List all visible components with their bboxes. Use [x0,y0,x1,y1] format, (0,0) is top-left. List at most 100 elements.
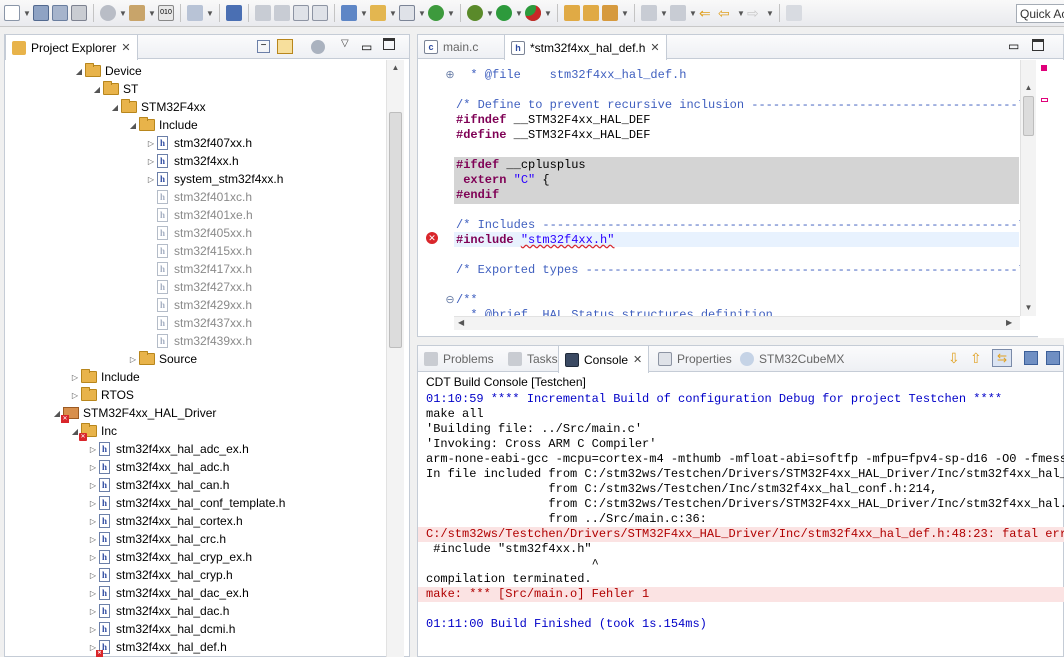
collapsed-arrow-icon[interactable]: ▷ [145,175,157,184]
file-icon[interactable] [312,5,328,21]
quick-access-input[interactable]: Quick Access [1016,4,1064,23]
tab-stm32cubemx[interactable]: STM32CubeMX [734,346,850,372]
new-folder-icon[interactable] [341,5,357,21]
pointer-icon[interactable] [226,5,242,21]
tree-item[interactable]: ▷ h stm32f4xx_hal_crc.h [87,530,226,548]
tree-item[interactable]: ▷ h stm32f407xx.h [145,134,252,152]
collapsed-arrow-icon[interactable]: ▷ [87,571,99,580]
pin-icon[interactable] [786,5,802,21]
chevron-down-icon[interactable]: ▼ [486,9,494,18]
scroll-right-arrow[interactable]: ▶ [1006,318,1012,327]
new-console-icon[interactable] [1046,351,1060,365]
collapse-all-icon[interactable]: − [257,40,270,53]
next-annotation-icon[interactable] [641,5,657,21]
tree-item[interactable]: ▷ h system_stm32f4xx.h [145,170,283,188]
tree-item[interactable]: h stm32f429xx.h [145,296,252,314]
expanded-arrow-icon[interactable]: ◢ [127,121,139,130]
new-icon[interactable] [4,5,20,21]
list-icon[interactable] [293,5,309,21]
tree-item[interactable]: ▷ Include [69,368,140,386]
chevron-down-icon[interactable]: ▼ [206,9,214,18]
collapsed-arrow-icon[interactable]: ▷ [87,553,99,562]
chevron-down-icon[interactable]: ▼ [515,9,523,18]
tree-item[interactable]: h stm32f439xx.h [145,332,252,350]
open-folder-icon[interactable] [564,5,580,21]
chevron-down-icon[interactable]: ▼ [418,9,426,18]
open-console-icon[interactable] [1024,351,1038,365]
tree-item[interactable]: h stm32f427xx.h [145,278,252,296]
link-editor-icon[interactable] [277,39,293,54]
tab-main-c[interactable]: c main.c [418,35,484,59]
tree-item[interactable]: h stm32f437xx.h [145,314,252,332]
run-icon[interactable] [496,5,512,21]
tab-properties[interactable]: Properties [652,346,738,372]
expanded-arrow-icon[interactable]: ◢ [109,103,121,112]
tree-item[interactable]: h stm32f417xx.h [145,260,252,278]
tree-item[interactable]: ◢ Include [127,116,198,134]
chevron-down-icon[interactable]: ▼ [737,9,745,18]
copy-icon[interactable] [274,5,290,21]
tree-item[interactable]: h stm32f415xx.h [145,242,252,260]
display-selected-console-icon[interactable]: ⇆ [992,349,1012,367]
tab-console[interactable]: Console ✕ [558,346,650,373]
settings-icon[interactable] [100,5,116,21]
collapsed-arrow-icon[interactable]: ▷ [69,391,81,400]
expanded-arrow-icon[interactable]: ◢ [91,85,103,94]
chevron-down-icon[interactable]: ▼ [544,9,552,18]
scroll-left-arrow[interactable]: ◀ [458,318,464,327]
collapsed-arrow-icon[interactable]: ▷ [145,139,157,148]
expand-fold-icon[interactable]: ⊕ [445,70,455,81]
tree-item[interactable]: ◢Inc [69,422,117,441]
tree-item[interactable]: ▷ h stm32f4xx.h [145,152,239,170]
chevron-down-icon[interactable]: ▼ [360,9,368,18]
tree-item[interactable]: ◢ STM32F4xx [109,98,206,116]
collapsed-arrow-icon[interactable]: ▷ [87,589,99,598]
editor-vscrollbar[interactable]: ▲ ▼ [1020,60,1036,316]
tree-item[interactable]: ▷ h stm32f4xx_hal_can.h [87,476,229,494]
collapsed-arrow-icon[interactable]: ▷ [87,481,99,490]
close-icon[interactable]: ✕ [650,41,659,54]
scroll-down-arrow[interactable]: ▼ [1021,300,1036,315]
console-output[interactable]: 01:10:59 **** Incremental Build of confi… [418,390,1064,657]
minimize-icon[interactable]: ▭ [361,40,372,54]
collapsed-arrow-icon[interactable]: ▷ [69,373,81,382]
tree-item[interactable]: h stm32f401xe.h [145,206,253,224]
expanded-arrow-icon[interactable]: ◢ [73,67,85,76]
tree-item[interactable]: ▷ h stm32f4xx_hal_dcmi.h [87,620,235,638]
error-marker-icon[interactable]: ✕ [426,232,438,244]
binary-icon[interactable]: 010 [158,5,174,21]
tree-item[interactable]: h stm32f405xx.h [145,224,252,242]
scroll-thumb[interactable] [389,112,402,348]
hammer-icon[interactable] [129,5,145,21]
maximize-icon[interactable] [383,38,395,50]
maximize-icon[interactable] [1032,39,1044,51]
chevron-down-icon[interactable]: ▼ [766,9,774,18]
tree-item[interactable]: ▷ Source [127,350,197,368]
collapsed-arrow-icon[interactable]: ▷ [87,517,99,526]
tree-item[interactable]: ▷ RTOS [69,386,134,404]
tree-scrollbar[interactable]: ▲ [386,60,404,657]
new-class-icon[interactable] [370,5,386,21]
tree-item[interactable]: ◢ ST [91,80,138,98]
collapsed-arrow-icon[interactable]: ▷ [87,535,99,544]
collapsed-arrow-icon[interactable]: ▷ [87,625,99,634]
scroll-up-arrow[interactable]: ▲ [1021,80,1036,95]
tree-item[interactable]: ◢STM32F4xx_HAL_Driver [51,404,216,423]
scroll-up-arrow[interactable]: ▲ [387,60,404,75]
tree-item[interactable]: ▷ h stm32f4xx_hal_cryp_ex.h [87,548,252,566]
chevron-down-icon[interactable]: ▼ [660,9,668,18]
tree-item[interactable]: ▷ h stm32f4xx_hal_conf_template.h [87,494,285,512]
open-task-icon[interactable] [583,5,599,21]
tab-problems[interactable]: Problems [418,346,500,372]
collapsed-arrow-icon[interactable]: ▷ [87,445,99,454]
chevron-down-icon[interactable]: ▼ [119,9,127,18]
view-menu-icon[interactable] [311,40,325,54]
tree-item[interactable]: ◢ Device [73,62,142,80]
tab-project-explorer[interactable]: Project Explorer ✕ [5,35,138,60]
cut-icon[interactable] [187,5,203,21]
debug-icon[interactable] [467,5,483,21]
tab-stm32f4xx-hal-def[interactable]: h *stm32f4xx_hal_def.h ✕ [504,35,667,60]
refresh-icon[interactable] [428,5,444,21]
collapsed-arrow-icon[interactable]: ▷ [87,607,99,616]
tree-item[interactable]: h stm32f401xc.h [145,188,252,206]
